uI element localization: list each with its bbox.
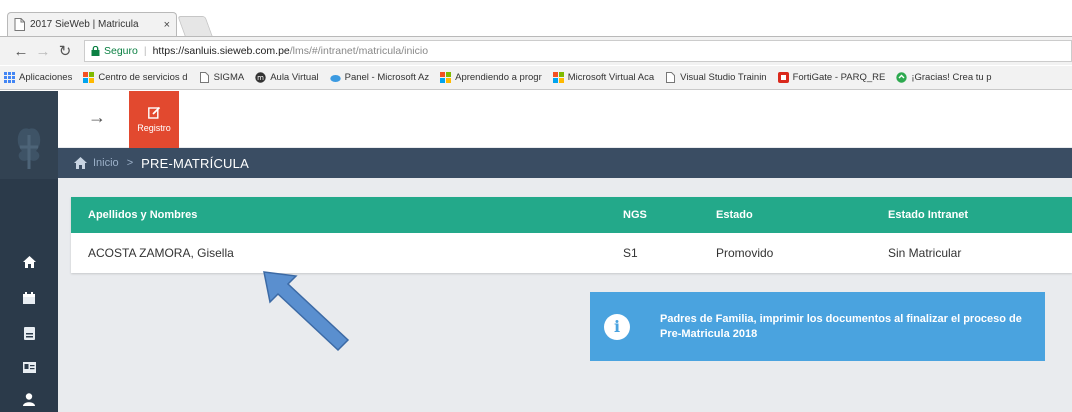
breadcrumb-separator: > [126, 157, 134, 169]
back-icon[interactable]: ← [10, 43, 32, 60]
user-icon[interactable] [0, 384, 58, 412]
bookmark-centro-servicios[interactable]: Centro de servicios d [83, 72, 188, 83]
bookmark-label: FortiGate - PARQ_RE [792, 72, 886, 83]
bookmark-apps[interactable]: Aplicaciones [4, 72, 72, 83]
page-icon [199, 72, 209, 83]
breadcrumb: Inicio > PRE-MATRÍCULA [58, 148, 1072, 178]
cell-estado-intranet: Sin Matricular [888, 246, 962, 260]
students-table: Apellidos y Nombres NGS Estado Estado In… [71, 197, 1072, 273]
column-header-nombres: Apellidos y Nombres [88, 209, 198, 221]
crest-icon [17, 128, 41, 169]
svg-text:m: m [257, 74, 264, 82]
lock-icon [91, 46, 100, 56]
app-area: → Registro Inicio > PRE-MATRÍCULA Apelli… [0, 91, 1072, 412]
info-icon: i [604, 313, 630, 340]
table-header: Apellidos y Nombres NGS Estado Estado In… [71, 197, 1072, 233]
microsoft-icon [83, 72, 95, 83]
bookmark-microsoft-virtual[interactable]: Microsoft Virtual Aca [552, 72, 655, 83]
cell-nombres: ACOSTA ZAMORA, Gisella [88, 246, 234, 260]
secure-label: Seguro [104, 45, 138, 57]
column-header-estado: Estado [716, 209, 753, 221]
new-tab-button[interactable] [177, 16, 213, 36]
calendar-icon[interactable] [0, 283, 58, 313]
annotation-arrow-icon [263, 271, 350, 352]
bookmark-aprendiendo[interactable]: Aprendiendo a progr [440, 72, 542, 83]
document-icon[interactable] [0, 318, 58, 348]
bookmarks-bar: Aplicaciones Centro de servicios d SIGMA… [0, 66, 1072, 90]
cell-ngs: S1 [623, 246, 638, 260]
table-row[interactable]: ACOSTA ZAMORA, Gisella S1 Promovido Sin … [71, 233, 1072, 273]
bookmark-label: Aprendiendo a progr [455, 72, 542, 83]
column-header-estado-intranet: Estado Intranet [888, 209, 969, 221]
info-message: Padres de Familia, imprimir los document… [660, 312, 1022, 340]
bookmark-aula-virtual[interactable]: m Aula Virtual [255, 72, 319, 83]
info-alert: i Padres de Familia, imprimir los docume… [590, 292, 1045, 361]
url-host: https://sanluis.sieweb.com.pe [152, 45, 290, 57]
bookmark-label: Microsoft Virtual Aca [567, 72, 655, 83]
azure-icon [329, 75, 341, 82]
bookmark-sigma[interactable]: SIGMA [199, 72, 245, 83]
breadcrumb-home-link[interactable]: Inicio [93, 157, 119, 169]
url-path: /lms/#/intranet/matricula/inicio [289, 45, 429, 57]
sidebar [0, 91, 58, 412]
bookmark-label: Aplicaciones [19, 72, 73, 83]
registro-label: Registro [137, 123, 171, 133]
bookmark-label: Aula Virtual [270, 72, 319, 83]
bookmark-panel-azure[interactable]: Panel - Microsoft Az [329, 72, 430, 83]
page-icon [14, 18, 25, 31]
column-header-ngs: NGS [623, 209, 647, 221]
bookmark-label: ¡Gracias! Crea tu p [911, 72, 992, 83]
id-card-icon[interactable] [0, 352, 58, 382]
microsoft-icon [552, 72, 564, 83]
arrow-right-icon[interactable]: → [88, 107, 106, 128]
browser-toolbar: ← → ↻ Seguro | https://sanluis.sieweb.co… [0, 36, 1072, 65]
bookmark-label: Centro de servicios d [98, 72, 188, 83]
bookmark-fortigate[interactable]: FortiGate - PARQ_RE [777, 72, 886, 83]
top-bar: → Registro [58, 91, 1072, 148]
browser-tab[interactable]: 2017 SieWeb | Matricula × [7, 12, 177, 36]
page-title: PRE-MATRÍCULA [141, 155, 249, 171]
forward-icon[interactable]: → [32, 43, 54, 60]
microsoft-icon [440, 72, 452, 83]
page-icon [666, 72, 676, 83]
moodle-icon: m [255, 72, 266, 83]
apps-icon [4, 72, 15, 83]
registro-button[interactable]: Registro [129, 91, 179, 148]
bookmark-gracias[interactable]: ¡Gracias! Crea tu p [896, 72, 992, 83]
cell-estado: Promovido [716, 246, 774, 260]
fortigate-icon [777, 72, 789, 83]
address-separator: | [143, 45, 147, 57]
browser-tabstrip: 2017 SieWeb | Matricula × [0, 0, 1072, 37]
home-icon[interactable] [74, 157, 87, 169]
tab-close-icon[interactable]: × [164, 19, 170, 31]
bookmark-label: Panel - Microsoft Az [344, 72, 430, 83]
bookmark-label: Visual Studio Trainin [680, 72, 767, 83]
green-icon [896, 72, 908, 83]
bookmark-label: SIGMA [213, 72, 245, 83]
edit-icon [147, 106, 160, 119]
reload-icon[interactable]: ↻ [54, 42, 76, 60]
address-bar[interactable]: Seguro | https://sanluis.sieweb.com.pe /… [84, 40, 1072, 62]
bookmark-visual-studio[interactable]: Visual Studio Trainin [665, 72, 767, 83]
home-icon[interactable] [0, 247, 58, 277]
tab-title: 2017 SieWeb | Matricula [30, 19, 139, 30]
school-logo [0, 91, 58, 179]
